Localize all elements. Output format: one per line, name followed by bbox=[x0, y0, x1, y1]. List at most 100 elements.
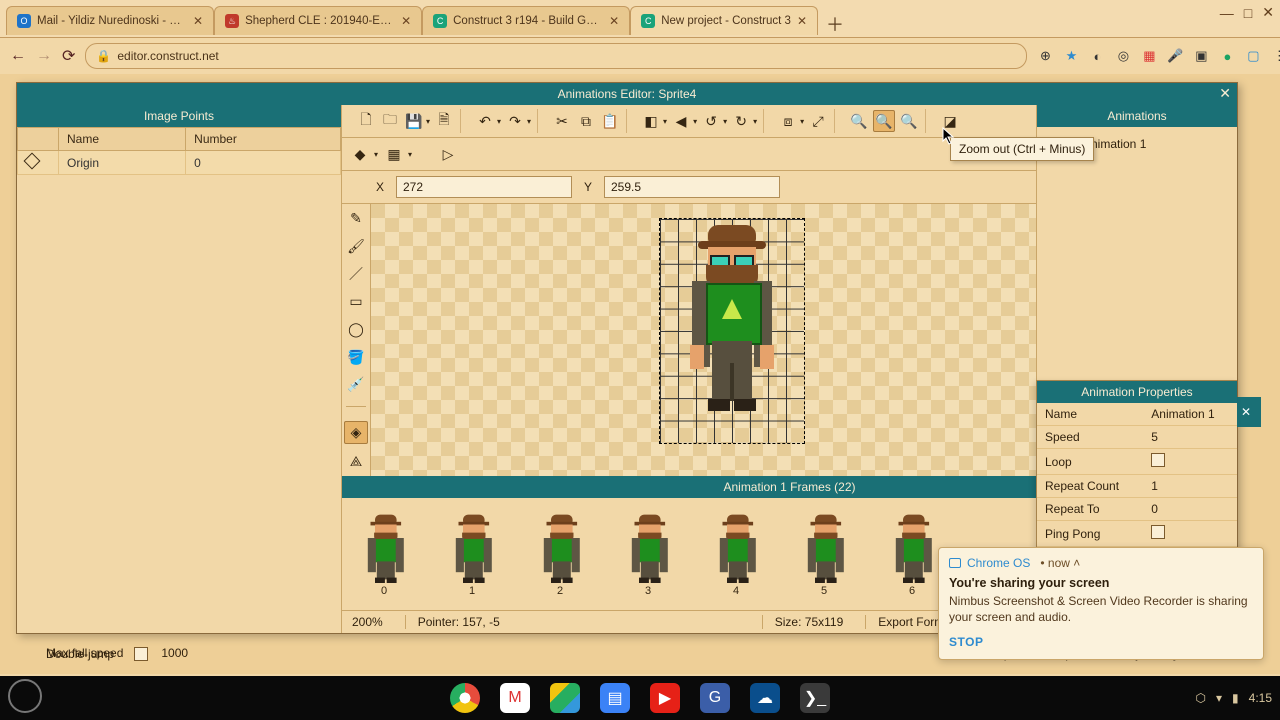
tab-construct-site[interactable]: C Construct 3 r194 - Build Games ✕ bbox=[422, 6, 630, 35]
youtube-icon[interactable]: ▶ bbox=[650, 683, 680, 713]
shelf: M ▤ ▶ G ☁ ❯_ ⬡ ▾ ▮ 4:15 bbox=[0, 676, 1280, 720]
tool-palette: ✎ 🖌 ／ ▭ ◯ 🪣 💉 ◈ ⟁ bbox=[342, 204, 371, 476]
image-points-panel: Image Points Name Number Origin 0 bbox=[17, 105, 342, 633]
window-title: Animations Editor: Sprite4 ✕ bbox=[17, 83, 1237, 105]
paste-icon[interactable]: 📋 bbox=[600, 111, 620, 131]
frame-thumb[interactable]: 1 bbox=[450, 511, 494, 597]
col-number[interactable]: Number bbox=[186, 128, 341, 151]
crop-icon[interactable]: ⧈ bbox=[778, 111, 798, 131]
new-icon[interactable]: 🗋 bbox=[356, 111, 376, 131]
chromeos-icon bbox=[949, 558, 961, 568]
outlook-icon: O bbox=[17, 14, 31, 28]
open-icon[interactable]: 🗀 bbox=[380, 111, 400, 131]
origin-tool-icon[interactable]: ◈ bbox=[344, 421, 368, 445]
minimize-button[interactable]: — bbox=[1220, 5, 1234, 21]
grid-icon[interactable]: ▦ bbox=[384, 144, 404, 164]
cut-icon[interactable]: ✂ bbox=[552, 111, 572, 131]
mic-icon[interactable]: 🎤 bbox=[1167, 48, 1183, 64]
frame-thumb[interactable]: 4 bbox=[714, 511, 758, 597]
rotate-ccw-icon[interactable]: ↺ bbox=[701, 111, 721, 131]
x-input[interactable] bbox=[396, 176, 572, 198]
save-icon[interactable]: 💾 bbox=[404, 111, 424, 131]
system-tray[interactable]: ⬡ ▾ ▮ 4:15 bbox=[1196, 676, 1272, 720]
resize-icon[interactable]: ⤢ bbox=[808, 111, 828, 131]
battery-icon[interactable]: ▮ bbox=[1232, 691, 1239, 705]
menu-icon[interactable]: ⋮ bbox=[1271, 48, 1280, 64]
label: Double-jump bbox=[46, 647, 114, 661]
layers-icon[interactable]: ◆ bbox=[350, 144, 370, 164]
animation-item[interactable]: nimation 1 bbox=[1081, 131, 1237, 157]
export-icon[interactable]: 🗎 bbox=[434, 111, 454, 131]
frame-thumb[interactable]: 5 bbox=[802, 511, 846, 597]
bookmark-icon[interactable]: ★ bbox=[1063, 48, 1079, 64]
google-icon[interactable]: G bbox=[700, 683, 730, 713]
wifi-icon[interactable]: ▾ bbox=[1216, 691, 1222, 705]
ext-icon[interactable]: ◎ bbox=[1115, 48, 1131, 64]
zoom-out-icon[interactable]: 🔍 bbox=[873, 110, 895, 132]
bg-toggle-icon[interactable]: ◪ bbox=[940, 111, 960, 131]
close-icon[interactable]: ✕ bbox=[797, 14, 807, 28]
drive-icon[interactable] bbox=[550, 683, 580, 713]
zoom-in-icon[interactable]: 🔍 bbox=[849, 111, 869, 131]
origin-icon bbox=[24, 153, 41, 170]
back-button[interactable]: ← bbox=[10, 47, 26, 65]
rotate-cw-icon[interactable]: ↻ bbox=[731, 111, 751, 131]
flip-v-icon[interactable]: ◀ bbox=[671, 111, 691, 131]
grammarly-icon[interactable]: ● bbox=[1219, 48, 1235, 64]
tab-construct-editor[interactable]: C New project - Construct 3 ✕ bbox=[630, 6, 818, 35]
frame-thumb[interactable]: 0 bbox=[362, 511, 406, 597]
rect-icon[interactable]: ▭ bbox=[345, 291, 367, 313]
onedrive-icon[interactable]: ☁ bbox=[750, 683, 780, 713]
cast-icon[interactable]: ▢ bbox=[1245, 48, 1261, 64]
undo-icon[interactable]: ↶ bbox=[475, 111, 495, 131]
flip-h-icon[interactable]: ◧ bbox=[641, 111, 661, 131]
reload-button[interactable]: ⟳ bbox=[62, 46, 75, 66]
panel-header: Image Points bbox=[17, 105, 341, 127]
forward-button[interactable]: → bbox=[36, 47, 52, 65]
close-icon[interactable]: ✕ bbox=[609, 14, 619, 28]
eyedropper-icon[interactable]: 💉 bbox=[345, 374, 367, 396]
zoom-fit-icon[interactable]: 🔍 bbox=[899, 111, 919, 131]
gmail-icon[interactable]: M bbox=[500, 683, 530, 713]
pencil-icon[interactable]: ✎ bbox=[345, 208, 367, 230]
brush-icon[interactable]: 🖌 bbox=[345, 236, 367, 258]
chrome-icon[interactable] bbox=[450, 683, 480, 713]
polygon-icon[interactable]: ⟁ bbox=[345, 450, 367, 472]
address-bar[interactable]: 🔒 editor.construct.net bbox=[85, 43, 1027, 69]
tab-mail[interactable]: O Mail - Yildiz Nuredinoski - Outloo ✕ bbox=[6, 6, 214, 35]
stop-button[interactable]: STOP bbox=[949, 635, 1253, 649]
ext-icon[interactable]: ▣ bbox=[1193, 48, 1209, 64]
ext-icon[interactable]: ▦ bbox=[1141, 48, 1157, 64]
terminal-icon[interactable]: ❯_ bbox=[800, 683, 830, 713]
frame-thumb[interactable]: 3 bbox=[626, 511, 670, 597]
checkbox bbox=[1151, 453, 1165, 467]
fill-icon[interactable]: 🪣 bbox=[345, 346, 367, 368]
redo-icon[interactable]: ↷ bbox=[505, 111, 525, 131]
ellipse-icon[interactable]: ◯ bbox=[345, 319, 367, 341]
y-input[interactable] bbox=[604, 176, 780, 198]
table-row[interactable]: Origin 0 bbox=[18, 151, 341, 175]
close-button[interactable]: ✕ bbox=[1262, 4, 1274, 21]
checkbox[interactable] bbox=[134, 647, 148, 661]
close-icon[interactable]: ✕ bbox=[401, 14, 411, 28]
launcher-button[interactable] bbox=[8, 679, 42, 713]
ext-icon[interactable]: ◐ bbox=[1089, 48, 1105, 64]
col-name[interactable]: Name bbox=[59, 128, 186, 151]
new-tab-button[interactable]: ＋ bbox=[824, 13, 846, 35]
clock[interactable]: 4:15 bbox=[1249, 691, 1272, 705]
copy-icon[interactable]: ⧉ bbox=[576, 111, 596, 131]
notifications-icon[interactable]: ⬡ bbox=[1196, 691, 1206, 705]
ext-icon[interactable]: ⊕ bbox=[1037, 48, 1053, 64]
site-icon: ♨ bbox=[225, 14, 239, 28]
close-icon[interactable]: ✕ bbox=[193, 14, 203, 28]
line-icon[interactable]: ／ bbox=[345, 263, 367, 285]
frame-thumb[interactable]: 2 bbox=[538, 511, 582, 597]
animation-properties-panel: Animation Properties NameAnimation 1Spee… bbox=[1036, 380, 1237, 548]
maximize-button[interactable]: □ bbox=[1244, 5, 1252, 21]
tab-shepherd[interactable]: ♨ Shepherd CLE : 201940-ENGL-1 ✕ bbox=[214, 6, 422, 35]
play-icon[interactable]: ▷ bbox=[438, 144, 458, 164]
close-icon[interactable]: ✕ bbox=[1219, 85, 1231, 102]
docs-icon[interactable]: ▤ bbox=[600, 683, 630, 713]
frame-thumb[interactable]: 6 bbox=[890, 511, 934, 597]
screen-share-notification[interactable]: Chrome OS • now ˄ You're sharing your sc… bbox=[938, 547, 1264, 660]
